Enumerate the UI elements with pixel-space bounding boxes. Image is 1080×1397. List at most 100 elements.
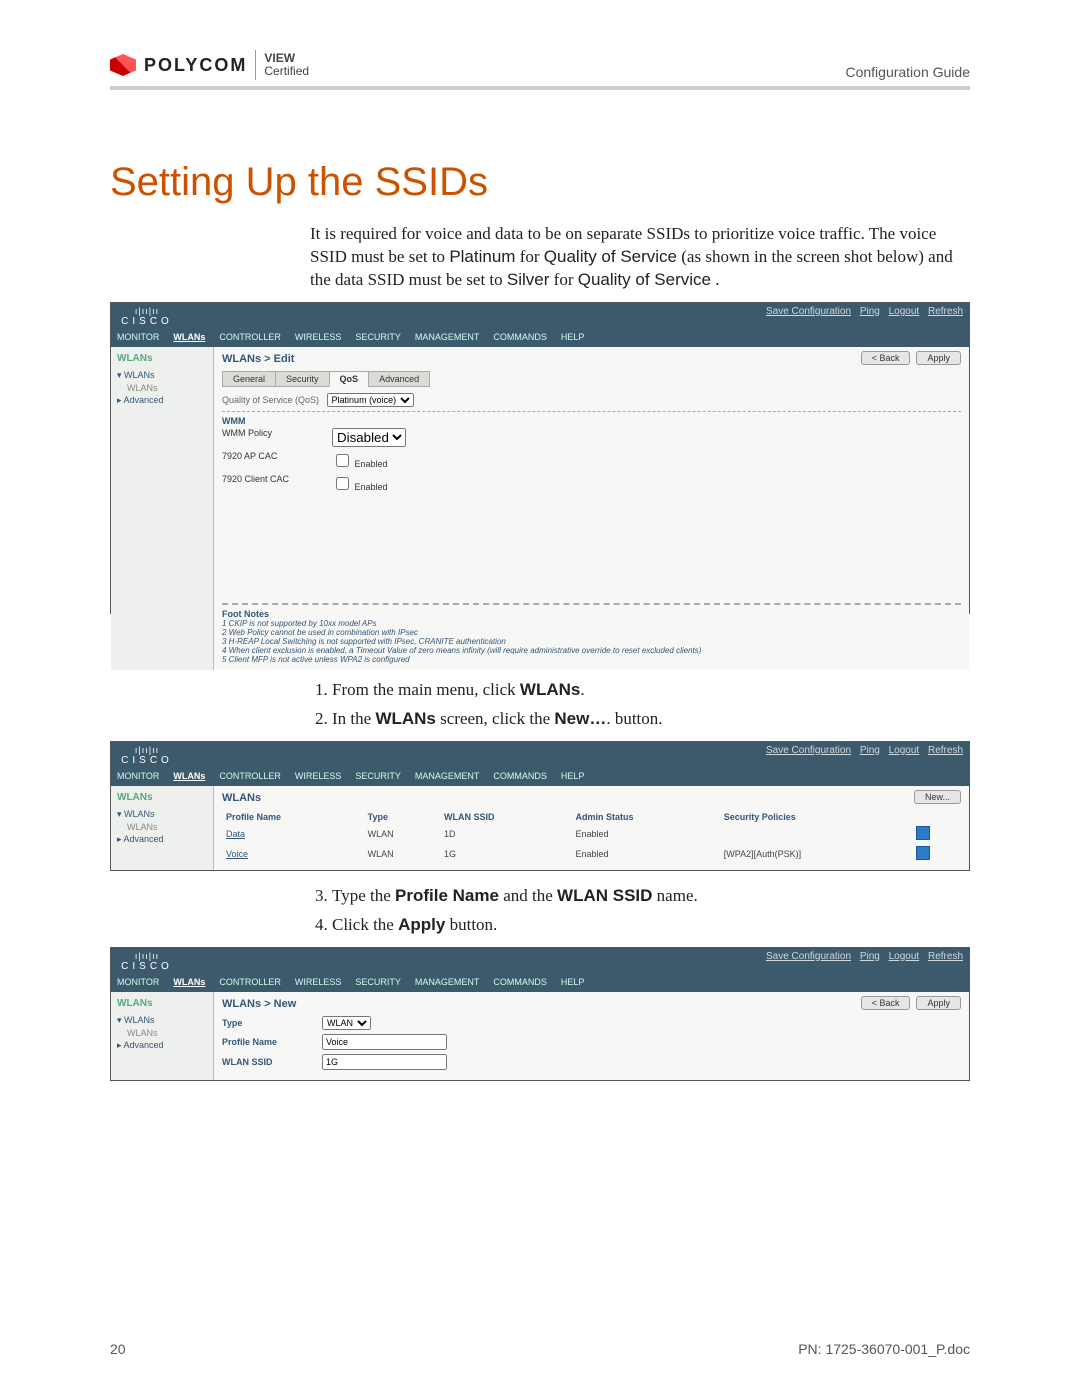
cisco-logo-text: CISCO [117,755,177,766]
menu-monitor[interactable]: MONITOR [117,977,159,987]
menu-management[interactable]: MANAGEMENT [415,977,480,987]
menu-help[interactable]: HELP [561,332,585,342]
intro-text: . [715,270,719,289]
sidebar-item-wlans-sub[interactable]: WLANs [127,822,207,832]
sidebar-item-advanced[interactable]: ▸ Advanced [117,834,207,845]
tab-general[interactable]: General [222,371,276,387]
menu-wireless[interactable]: WIRELESS [295,332,342,342]
th-ssid: WLAN SSID [440,810,571,824]
page-number: 20 [110,1341,126,1357]
menu-wlans[interactable]: WLANs [173,977,205,987]
sidebar-item-wlans[interactable]: ▾ WLANs [117,370,207,381]
row-action-icon[interactable] [916,846,930,860]
table-header-row: Profile Name Type WLAN SSID Admin Status… [222,810,961,824]
link-ping[interactable]: Ping [860,951,880,962]
client-cac-value: Enabled [355,482,388,492]
profile-name-input[interactable] [322,1034,447,1050]
tab-security[interactable]: Security [275,371,330,387]
ap-cac-checkbox[interactable]: Enabled [332,451,388,470]
link-save-config[interactable]: Save Configuration [766,306,851,317]
th-profile: Profile Name [222,810,364,824]
sidebar-item-wlans[interactable]: ▾ WLANs [117,809,207,820]
step-2: In the WLANs screen, click the New…. but… [332,708,970,731]
cell-ssid: 1D [440,824,571,844]
steps-list-a: From the main menu, click WLANs. In the … [310,679,970,731]
step-text: . button. [606,709,662,728]
menu-security[interactable]: SECURITY [355,771,401,781]
cell-security: [WPA2][Auth(PSK)] [720,844,912,864]
sidebar-item-advanced[interactable]: ▸ Advanced [117,1040,207,1051]
menu-security[interactable]: SECURITY [355,332,401,342]
step-4: Click the Apply button. [332,914,970,937]
back-button[interactable]: < Back [861,996,911,1010]
wmm-policy-select[interactable]: Disabled [332,428,406,447]
link-refresh[interactable]: Refresh [928,306,963,317]
th-action [912,810,961,824]
menu-wireless[interactable]: WIRELESS [295,771,342,781]
sidebar-heading: WLANs [117,353,207,364]
page-footer: 20 PN: 1725-36070-001_P.doc [110,1341,970,1357]
profile-link-data[interactable]: Data [226,829,245,839]
menu-security[interactable]: SECURITY [355,977,401,987]
link-ping[interactable]: Ping [860,745,880,756]
link-refresh[interactable]: Refresh [928,951,963,962]
menu-commands[interactable]: COMMANDS [493,332,547,342]
cell-ssid: 1G [440,844,571,864]
apply-button[interactable]: Apply [916,351,961,365]
tab-qos[interactable]: QoS [329,371,370,387]
menu-monitor[interactable]: MONITOR [117,332,159,342]
cisco-topbar: ı|ıı|ıı CISCO Save Configuration Ping Lo… [111,742,969,769]
sidebar-item-wlans-sub[interactable]: WLANs [127,1028,207,1038]
qos-select[interactable]: Platinum (voice) [327,393,414,407]
sidebar-item-label: WLANs [124,370,155,380]
tab-advanced[interactable]: Advanced [368,371,430,387]
menu-monitor[interactable]: MONITOR [117,771,159,781]
menu-help[interactable]: HELP [561,977,585,987]
cisco-logo-icon: ı|ıı|ıı CISCO [117,951,177,972]
sidebar-item-advanced[interactable]: ▸ Advanced [117,395,207,406]
form-row-type: Type WLAN [222,1016,961,1030]
menu-wireless[interactable]: WIRELESS [295,977,342,987]
sidebar-item-label: Advanced [124,395,164,405]
menu-commands[interactable]: COMMANDS [493,977,547,987]
step-text: From the main menu, click [332,680,520,699]
cisco-logo-bars: ı|ıı|ıı [117,745,177,755]
menu-wlans[interactable]: WLANs [173,332,205,342]
intro-silver: Silver [507,270,550,289]
wlan-ssid-input[interactable] [322,1054,447,1070]
sidebar-heading: WLANs [117,998,207,1009]
menu-controller[interactable]: CONTROLLER [219,332,281,342]
menu-management[interactable]: MANAGEMENT [415,771,480,781]
apply-button[interactable]: Apply [916,996,961,1010]
step-bold: WLANs [520,680,580,699]
row-action-icon[interactable] [916,826,930,840]
type-select[interactable]: WLAN [322,1016,371,1030]
new-button[interactable]: New... [914,790,961,804]
menu-commands[interactable]: COMMANDS [493,771,547,781]
breadcrumb: WLANs [222,792,961,804]
menu-controller[interactable]: CONTROLLER [219,771,281,781]
menu-help[interactable]: HELP [561,771,585,781]
sidebar-item-wlans-sub[interactable]: WLANs [127,383,207,393]
client-cac-checkbox[interactable]: Enabled [332,474,388,493]
link-save-config[interactable]: Save Configuration [766,745,851,756]
footnote-5: 5 Client MFP is not active unless WPA2 i… [222,655,961,664]
qos-row: Quality of Service (QoS) Platinum (voice… [222,393,961,407]
link-logout[interactable]: Logout [889,306,920,317]
profile-link-voice[interactable]: Voice [226,849,248,859]
label-wlan-ssid: WLAN SSID [222,1057,302,1067]
back-button[interactable]: < Back [861,351,911,365]
link-save-config[interactable]: Save Configuration [766,951,851,962]
link-refresh[interactable]: Refresh [928,745,963,756]
footnotes: Foot Notes 1 CKIP is not supported by 10… [222,603,961,664]
menu-management[interactable]: MANAGEMENT [415,332,480,342]
cell-security [720,824,912,844]
sidebar-item-wlans[interactable]: ▾ WLANs [117,1015,207,1026]
link-logout[interactable]: Logout [889,745,920,756]
cisco-top-links: Save Configuration Ping Logout Refresh [760,745,963,766]
cell-status: Enabled [571,824,719,844]
menu-controller[interactable]: CONTROLLER [219,977,281,987]
menu-wlans[interactable]: WLANs [173,771,205,781]
link-logout[interactable]: Logout [889,951,920,962]
link-ping[interactable]: Ping [860,306,880,317]
